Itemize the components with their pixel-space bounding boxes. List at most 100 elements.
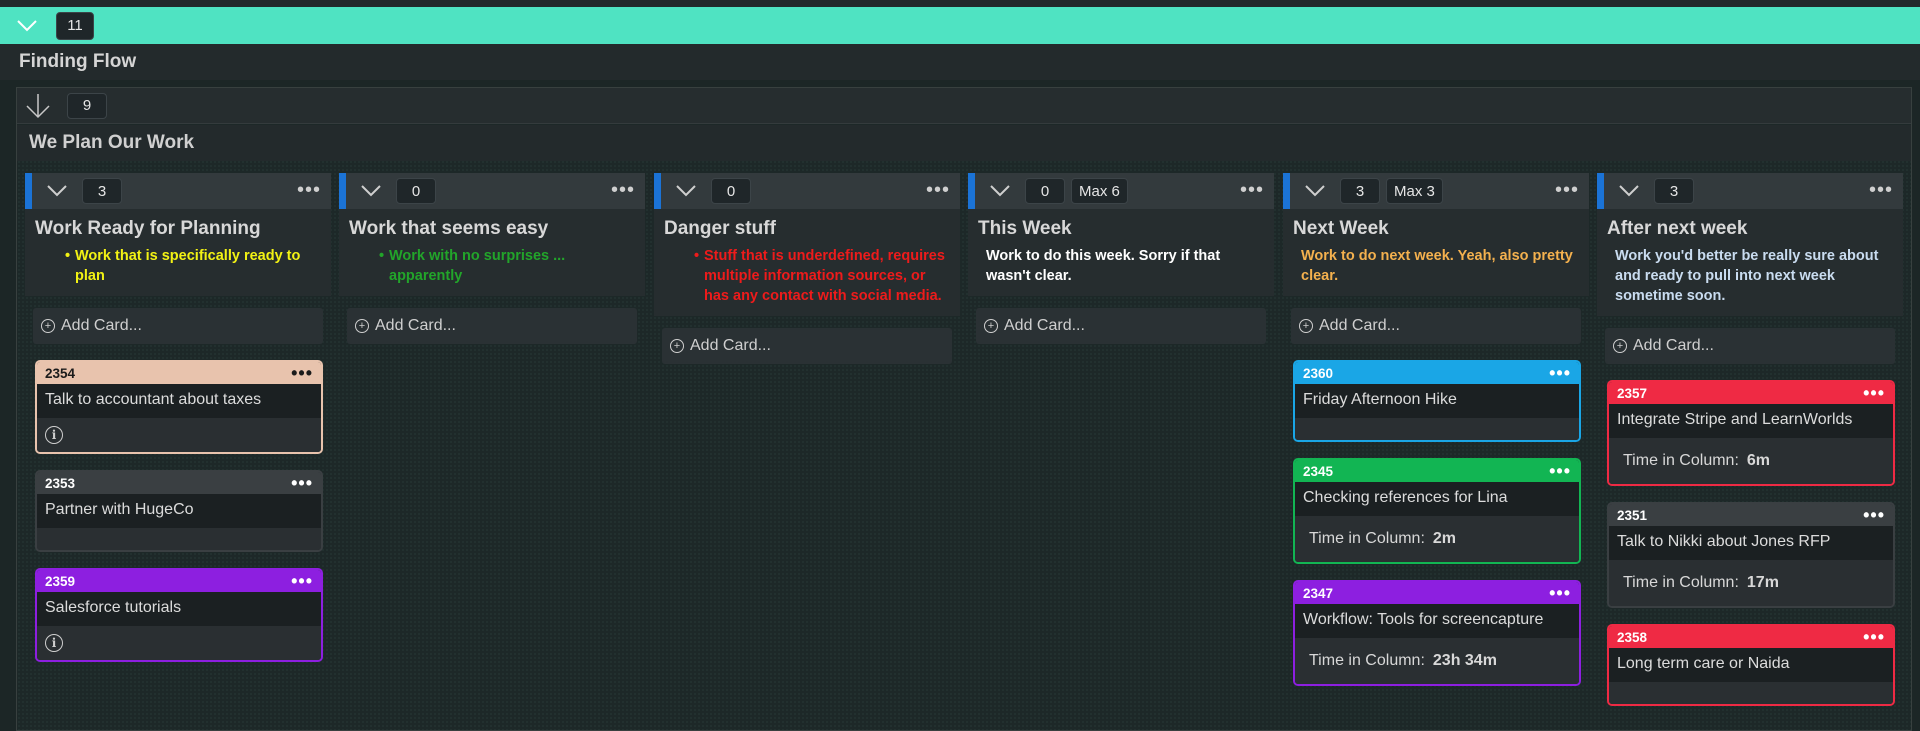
column-name: After next week [1607, 218, 1748, 239]
card-id[interactable]: 2347 [1303, 586, 1333, 601]
sublane-title: We Plan Our Work [17, 125, 1911, 161]
card-menu-icon[interactable]: ••• [1863, 628, 1885, 646]
column-5: 3 ••• After next week Work you'd better be … [1597, 173, 1903, 706]
card[interactable]: 2345 ••• Checking references for Lina Time … [1293, 458, 1581, 564]
card-title[interactable]: Talk to Nikki about Jones RFP [1609, 526, 1893, 560]
column-menu-icon[interactable]: ••• [1555, 180, 1579, 200]
card-menu-icon[interactable]: ••• [291, 364, 313, 382]
card-title[interactable]: Friday Afternoon Hike [1295, 384, 1579, 418]
column-menu-icon[interactable]: ••• [1869, 180, 1893, 200]
add-card-label: Add Card... [61, 317, 142, 334]
plus-circle-icon: + [355, 319, 369, 333]
info-icon[interactable]: i [45, 426, 63, 444]
column-4: 3 Max 3 ••• Next Week Work to do next week. … [1283, 173, 1589, 686]
card[interactable]: 2358 ••• Long term care or Naida [1607, 624, 1895, 706]
card[interactable]: 2357 ••• Integrate Stripe and LearnWorlds T… [1607, 380, 1895, 486]
add-card-label: Add Card... [1319, 317, 1400, 334]
card-header: 2351 ••• [1609, 504, 1893, 526]
card-menu-icon[interactable]: ••• [1549, 462, 1571, 480]
card-footer: Time in Column: 6m [1609, 438, 1893, 484]
chevron-down-icon[interactable] [1616, 178, 1642, 204]
card-id[interactable]: 2345 [1303, 464, 1333, 479]
card-title[interactable]: Checking references for Lina [1295, 482, 1579, 516]
info-icon[interactable]: i [45, 634, 63, 652]
card-menu-icon[interactable]: ••• [291, 474, 313, 492]
card[interactable]: 2351 ••• Talk to Nikki about Jones RFP Time… [1607, 502, 1895, 608]
card-title[interactable]: Long term care or Naida [1609, 648, 1893, 682]
time-in-column-label: Time in Column: [1623, 574, 1739, 591]
add-card-button[interactable]: + Add Card... [976, 308, 1266, 344]
column-2: 0 ••• Danger stuff Stuff that is underdefin… [654, 173, 960, 364]
column-description: Next Week Work to do next week. Yeah, als… [1283, 209, 1589, 296]
card-title[interactable]: Salesforce tutorials [37, 592, 321, 626]
chevron-down-icon[interactable] [1302, 178, 1328, 204]
card-header: 2359 ••• [37, 570, 321, 592]
card-header: 2347 ••• [1295, 582, 1579, 604]
card-footer [37, 528, 321, 550]
column-policy: Work you'd better be really sure about a… [1615, 248, 1879, 304]
card-menu-icon[interactable]: ••• [1863, 384, 1885, 402]
add-card-button[interactable]: + Add Card... [1291, 308, 1581, 344]
column-policy: Stuff that is underdefined, requires mul… [664, 246, 950, 306]
plus-circle-icon: + [41, 319, 55, 333]
lane-header: 11 [0, 7, 1920, 44]
wip-limit-badge: Max 3 [1386, 178, 1443, 204]
add-card-label: Add Card... [1004, 317, 1085, 334]
card-footer: Time in Column: 2m [1295, 516, 1579, 562]
column-name: Next Week [1293, 218, 1389, 239]
chevron-down-icon[interactable] [14, 13, 40, 39]
card[interactable]: 2353 ••• Partner with HugeCo [35, 470, 323, 552]
card[interactable]: 2359 ••• Salesforce tutorials i [35, 568, 323, 662]
card-title[interactable]: Workflow: Tools for screencapture [1295, 604, 1579, 638]
plus-circle-icon: + [670, 339, 684, 353]
card-title[interactable]: Partner with HugeCo [37, 494, 321, 528]
card-menu-icon[interactable]: ••• [1549, 584, 1571, 602]
card[interactable]: 2347 ••• Workflow: Tools for screencapture… [1293, 580, 1581, 686]
chevron-down-icon[interactable] [44, 178, 70, 204]
card-title[interactable]: Integrate Stripe and LearnWorlds [1609, 404, 1893, 438]
card-menu-icon[interactable]: ••• [291, 572, 313, 590]
add-card-button[interactable]: + Add Card... [347, 308, 637, 344]
add-card-button[interactable]: + Add Card... [662, 328, 952, 364]
column-description: Work that seems easy Work with no surpris… [339, 209, 645, 296]
collapse-arrow-icon[interactable] [25, 93, 51, 119]
card-menu-icon[interactable]: ••• [1863, 506, 1885, 524]
column-header: 0 ••• [654, 173, 960, 209]
chevron-down-icon[interactable] [358, 178, 384, 204]
chevron-down-icon[interactable] [673, 178, 699, 204]
column-count-badge: 3 [1340, 178, 1380, 204]
card-id[interactable]: 2351 [1617, 508, 1647, 523]
column-0: 3 ••• Work Ready for Planning Work that is … [25, 173, 331, 662]
column-menu-icon[interactable]: ••• [1240, 180, 1264, 200]
add-card-button[interactable]: + Add Card... [1605, 328, 1895, 364]
chevron-down-icon[interactable] [987, 178, 1013, 204]
card-menu-icon[interactable]: ••• [1549, 364, 1571, 382]
card-id[interactable]: 2354 [45, 366, 75, 381]
column-policy: Work to do next week. Yeah, also pretty … [1301, 248, 1573, 284]
card-id[interactable]: 2359 [45, 574, 75, 589]
add-card-label: Add Card... [1633, 337, 1714, 354]
column-menu-icon[interactable]: ••• [611, 180, 635, 200]
card[interactable]: 2354 ••• Talk to accountant about taxes i [35, 360, 323, 454]
column-3: 0 Max 6 ••• This Week Work to do this week. … [968, 173, 1274, 344]
column-header: 0 Max 6 ••• [968, 173, 1274, 209]
column-count-badge: 3 [82, 178, 122, 204]
column-header: 3 Max 3 ••• [1283, 173, 1589, 209]
card-title[interactable]: Talk to accountant about taxes [37, 384, 321, 418]
column-policy: Work with no surprises ... apparently [349, 246, 635, 286]
card-id[interactable]: 2360 [1303, 366, 1333, 381]
card-footer [1295, 418, 1579, 440]
card-footer: i [37, 626, 321, 660]
card-header: 2357 ••• [1609, 382, 1893, 404]
card-footer: i [37, 418, 321, 452]
column-count-badge: 0 [396, 178, 436, 204]
add-card-button[interactable]: + Add Card... [33, 308, 323, 344]
card-id[interactable]: 2357 [1617, 386, 1647, 401]
column-count-badge: 3 [1654, 178, 1694, 204]
column-menu-icon[interactable]: ••• [297, 180, 321, 200]
column-name: Work Ready for Planning [35, 218, 261, 239]
card-id[interactable]: 2358 [1617, 630, 1647, 645]
card[interactable]: 2360 ••• Friday Afternoon Hike [1293, 360, 1581, 442]
column-menu-icon[interactable]: ••• [926, 180, 950, 200]
card-id[interactable]: 2353 [45, 476, 75, 491]
